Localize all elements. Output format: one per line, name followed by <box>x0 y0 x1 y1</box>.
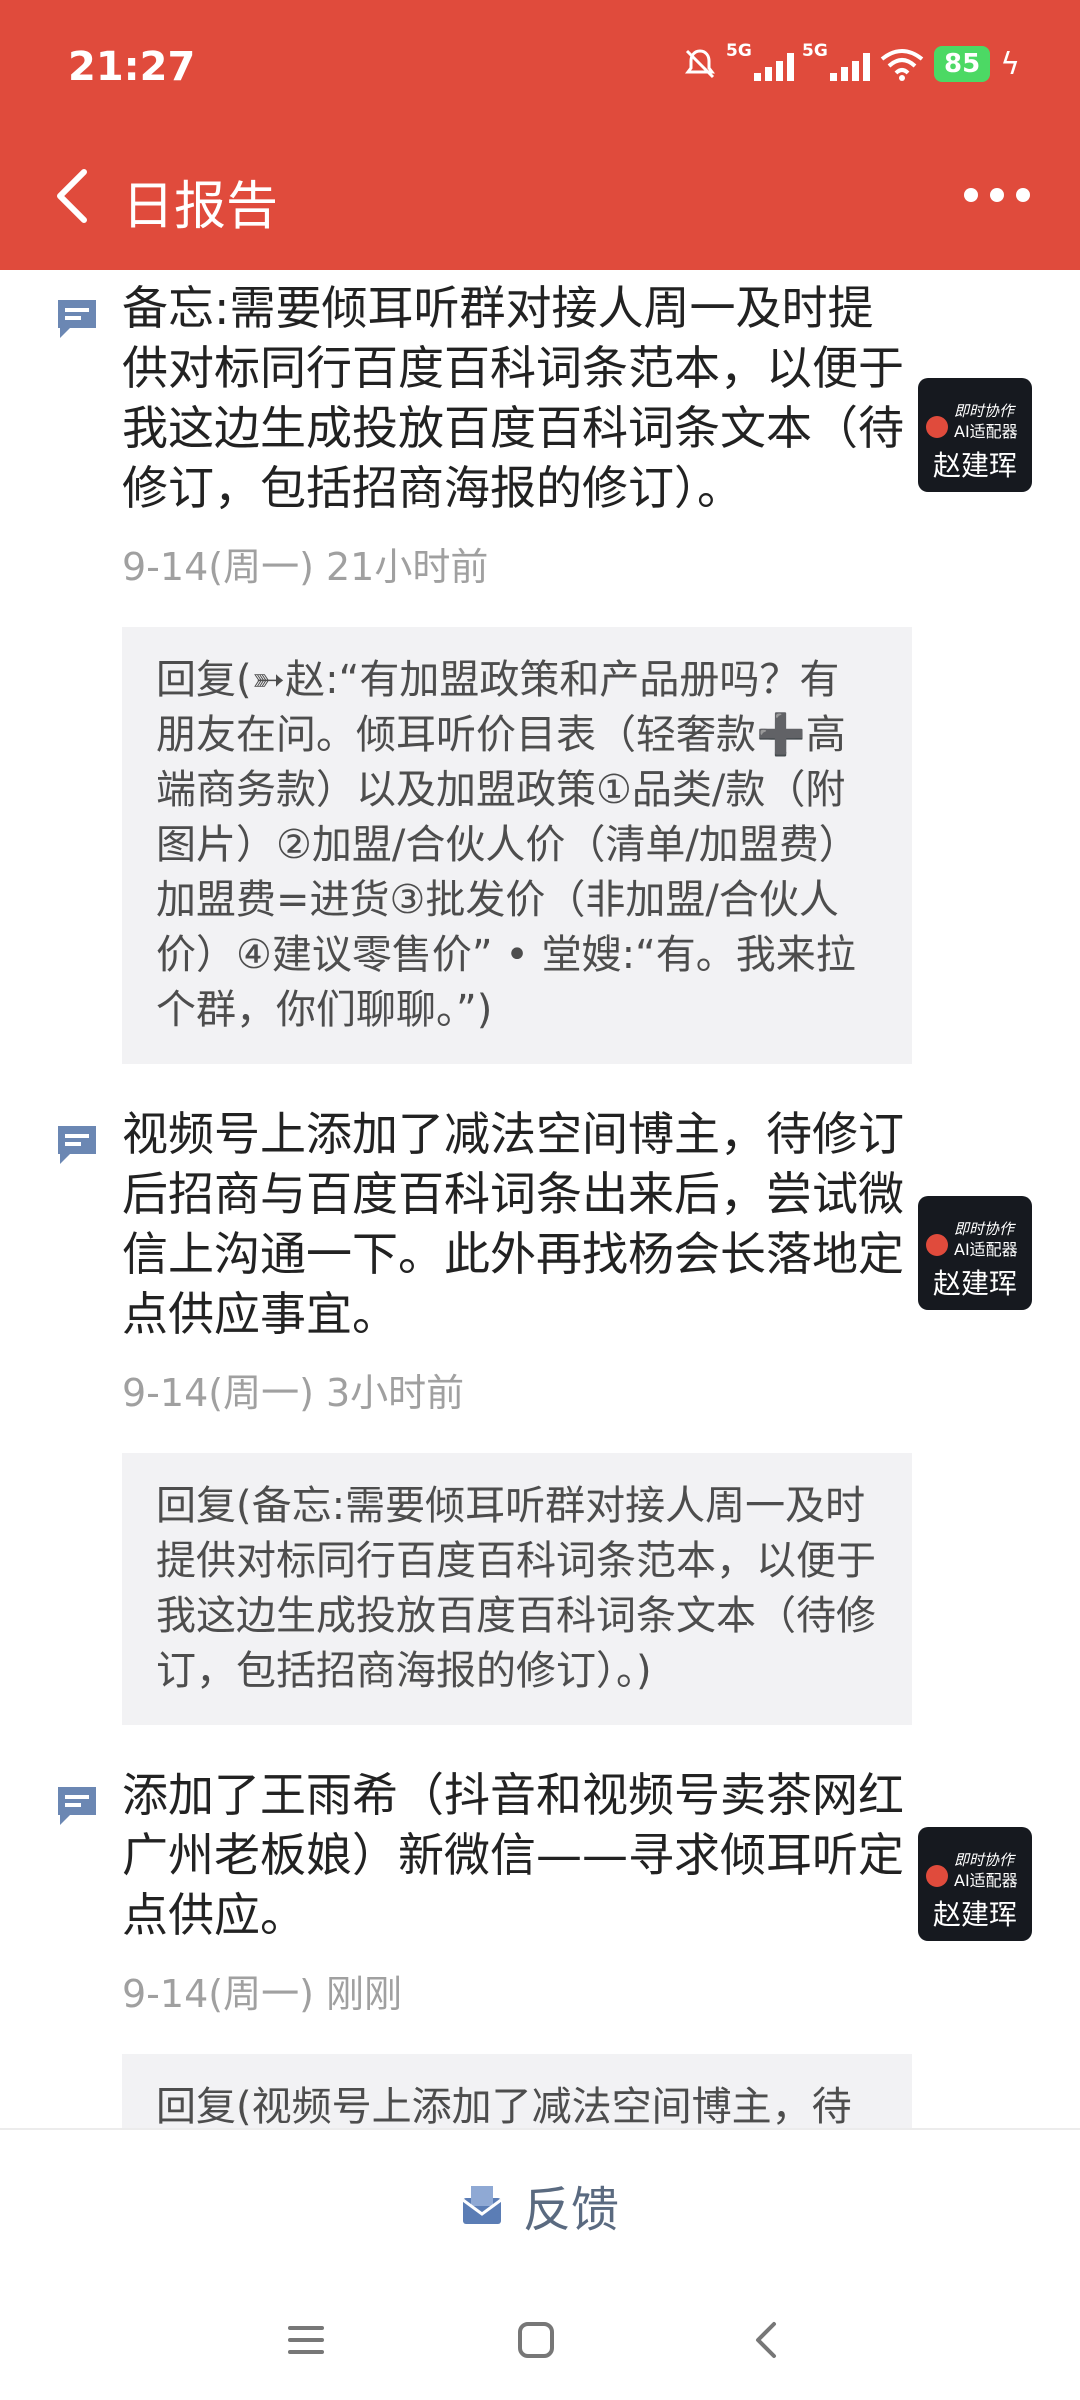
menu-icon[interactable] <box>276 2310 336 2370</box>
system-navbar <box>0 2280 1080 2400</box>
entry-timestamp: 9-14(周一) 刚刚 <box>122 1972 402 2016</box>
reply-block[interactable]: 回复(视频号上添加了减法空间博主，待修订后招商与百度百科词条出来后，尝试微信上 <box>122 2054 912 2130</box>
avatar-name: 赵建珲 <box>932 449 1017 482</box>
battery-indicator: 85 <box>934 46 991 82</box>
comment-icon <box>58 300 96 338</box>
report-entry[interactable]: 视频号上添加了减法空间博主，待修订后招商与百度百科词条出来后，尝试微信上沟通一下… <box>0 1104 1080 1725</box>
entry-text: 视频号上添加了减法空间博主，待修订后招商与百度百科词条出来后，尝试微信上沟通一下… <box>122 1107 904 1341</box>
home-icon[interactable] <box>506 2310 566 2370</box>
avatar-name: 赵建珲 <box>932 1267 1017 1300</box>
mute-bell-icon <box>685 49 716 79</box>
status-time: 21:27 <box>68 44 196 90</box>
signal-icon: 5G <box>726 41 795 81</box>
feedback-button[interactable]: 反馈 <box>0 2130 1080 2280</box>
entry-text: 添加了王雨希（抖音和视频号卖茶网红广州老板娘）新微信——寻求倾耳听定点供应。 <box>122 1768 904 1942</box>
avatar[interactable]: 即时协作 AI适配器 赵建珲 <box>918 378 1032 492</box>
avatar[interactable]: 即时协作 AI适配器 赵建珲 <box>918 1196 1032 1310</box>
reply-block[interactable]: 回复(➳赵:“有加盟政策和产品册吗？有朋友在问。倾耳听价目表（轻奢款➕高端商务款… <box>122 627 912 1064</box>
avatar[interactable]: 即时协作 AI适配器 赵建珲 <box>918 1827 1032 1941</box>
back-icon[interactable] <box>736 2310 796 2370</box>
wifi-icon <box>880 49 924 81</box>
entry-timestamp: 9-14(周一) 21小时前 <box>122 545 489 589</box>
comment-icon <box>58 1787 96 1825</box>
report-list[interactable]: 备忘:需要倾耳听群对接人周一及时提供对标同行百度百科词条范本，以便于我这边生成投… <box>0 270 1080 2130</box>
logo-icon <box>926 416 948 438</box>
back-arrow-icon[interactable] <box>52 166 92 226</box>
page-title: 日报告 <box>122 177 279 237</box>
reply-block[interactable]: 回复(备忘:需要倾耳听群对接人周一及时提供对标同行百度百科词条范本，以便于我这边… <box>122 1453 912 1725</box>
comment-icon <box>58 1126 96 1164</box>
report-entry[interactable]: 添加了王雨希（抖音和视频号卖茶网红广州老板娘）新微信——寻求倾耳听定点供应。 9… <box>0 1765 1080 2130</box>
more-options-icon[interactable] <box>964 188 1030 202</box>
avatar-name: 赵建珲 <box>932 1898 1017 1931</box>
signal-icon: 5G <box>802 41 871 81</box>
entry-timestamp: 9-14(周一) 3小时前 <box>122 1371 465 1415</box>
status-icons: 5G 5G 85 ϟ <box>682 41 1020 82</box>
charging-icon: ϟ <box>1000 46 1020 82</box>
report-entry[interactable]: 备忘:需要倾耳听群对接人周一及时提供对标同行百度百科词条范本，以便于我这边生成投… <box>0 278 1080 1064</box>
logo-icon <box>926 1234 948 1256</box>
app-header: 21:27 5G 5G 85 ϟ 日报告 <box>0 0 1080 270</box>
feedback-label: 反馈 <box>522 2182 619 2238</box>
entry-text: 备忘:需要倾耳听群对接人周一及时提供对标同行百度百科词条范本，以便于我这边生成投… <box>122 281 904 515</box>
feedback-icon <box>462 2186 502 2224</box>
logo-icon <box>926 1865 948 1887</box>
